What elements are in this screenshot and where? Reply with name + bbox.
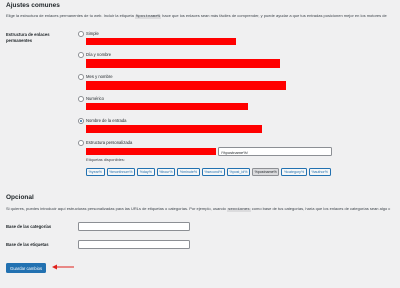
redacted-url-simple bbox=[86, 38, 236, 45]
option-label-month-name: Mes y nombre bbox=[86, 74, 113, 79]
option-label-day-name: Día y nombre bbox=[86, 52, 112, 57]
tag-year[interactable]: %year% bbox=[86, 168, 105, 176]
tag-base-label: Base de las etiquetas bbox=[6, 242, 49, 247]
available-tags-label: Etiquetas disponibles: bbox=[86, 157, 125, 162]
radio-numeric[interactable] bbox=[78, 96, 84, 102]
postname-code: %postname% bbox=[134, 15, 161, 19]
arrow-left-icon bbox=[52, 264, 74, 270]
save-changes-button[interactable]: Guardar cambios bbox=[6, 263, 46, 273]
tag-post-id[interactable]: %post_id% bbox=[226, 168, 251, 176]
option-label-simple: Simple bbox=[86, 31, 99, 36]
redacted-url-post-name bbox=[86, 125, 262, 133]
option-label-numeric: Numérico bbox=[86, 96, 104, 101]
section-title-optional: Opcional bbox=[6, 194, 34, 201]
radio-month-name[interactable] bbox=[78, 74, 84, 80]
tag-base-input[interactable] bbox=[78, 240, 190, 249]
option-label-custom: Estructura personalizada bbox=[86, 140, 133, 145]
tag-category[interactable]: %category% bbox=[281, 168, 307, 176]
permalink-structure-label: Estructura de enlaces permanentes bbox=[6, 32, 50, 43]
tag-monthnum[interactable]: %monthnum% bbox=[106, 168, 136, 176]
option-label-post-name: Nombre de la entrada bbox=[86, 118, 127, 123]
radio-simple[interactable] bbox=[78, 31, 84, 37]
tag-author[interactable]: %author% bbox=[308, 168, 331, 176]
category-base-input[interactable] bbox=[78, 222, 190, 231]
tag-postname[interactable]: %postname% bbox=[252, 168, 280, 176]
category-base-label: Base de las categorías bbox=[6, 224, 52, 229]
redacted-url-day-name bbox=[86, 59, 280, 68]
section-title-common: Ajustes comunes bbox=[6, 2, 60, 9]
optional-description: Si quieres, puedes introducir aquí estru… bbox=[6, 206, 391, 212]
redacted-url-numeric bbox=[86, 103, 248, 110]
available-tags: %year% %monthnum% %day% %hour% %minute% … bbox=[86, 168, 331, 176]
tag-day[interactable]: %day% bbox=[137, 168, 155, 176]
redacted-url-month-name bbox=[86, 81, 286, 90]
section-description: Elige la estructura de enlaces permanent… bbox=[6, 13, 387, 19]
radio-day-name[interactable] bbox=[78, 52, 84, 58]
tag-second[interactable]: %second% bbox=[201, 168, 225, 176]
secciones-code: secciones bbox=[227, 208, 251, 212]
tag-hour[interactable]: %hour% bbox=[156, 168, 176, 176]
custom-structure-input[interactable]: /%postname%/ bbox=[218, 147, 332, 156]
redacted-url-custom-prefix bbox=[86, 148, 216, 155]
radio-post-name[interactable] bbox=[78, 118, 84, 124]
radio-custom[interactable] bbox=[78, 140, 84, 146]
tag-minute[interactable]: %minute% bbox=[177, 168, 200, 176]
